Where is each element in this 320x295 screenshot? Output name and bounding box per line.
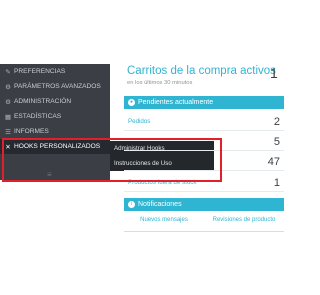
sidebar-item-label: INFORMES bbox=[14, 128, 49, 135]
section-header-label: Notificaciones bbox=[138, 201, 182, 208]
sidebar-item-estadisticas[interactable]: ▦ ESTADÍSTICAS bbox=[0, 109, 110, 124]
stat-value: 47 bbox=[267, 155, 280, 168]
section-header-label: Pendientes actualmente bbox=[138, 99, 214, 106]
sidebar-item-parametros-avanzados[interactable]: ⚙ PARÁMETROS AVANZADOS bbox=[0, 79, 110, 94]
sidebar-item-label: ADMINISTRACIÓN bbox=[14, 98, 72, 105]
sidebar-item-administracion[interactable]: ⚙ ADMINISTRACIÓN bbox=[0, 94, 110, 109]
tab-revisiones-de-producto[interactable]: Revisiones de producto bbox=[204, 216, 284, 232]
wrench-icon: ✎ bbox=[5, 68, 11, 76]
sidebar-item-informes[interactable]: ☰ INFORMES bbox=[0, 124, 110, 139]
notification-tabs: Nuevos mensajes Revisiones de producto bbox=[124, 216, 284, 232]
stat-value: 1 bbox=[273, 176, 280, 189]
panel-subtitle: en los últimos 30 minutos bbox=[127, 80, 193, 86]
pending-section-header: ● Pendientes actualmente bbox=[124, 96, 284, 109]
sidebar-item-label: ESTADÍSTICAS bbox=[14, 113, 62, 120]
stat-value: 5 bbox=[273, 135, 280, 148]
gear-icon: ⚙ bbox=[5, 98, 11, 106]
info-icon: i bbox=[128, 201, 135, 208]
clock-icon: ● bbox=[128, 99, 135, 106]
active-carts-count: 1 bbox=[270, 65, 278, 81]
admin-page: ✎ PREFERENCIAS ⚙ PARÁMETROS AVANZADOS ⚙ … bbox=[0, 0, 295, 295]
list-icon: ☰ bbox=[5, 128, 11, 136]
chart-icon: ▦ bbox=[4, 113, 12, 121]
stat-label[interactable]: Pedidos bbox=[128, 118, 150, 125]
cogs-icon: ⚙ bbox=[5, 83, 11, 91]
sidebar-item-label: PARÁMETROS AVANZADOS bbox=[14, 83, 101, 90]
stat-row-pedidos[interactable]: Pedidos 2 bbox=[124, 113, 284, 131]
sidebar-item-preferencias[interactable]: ✎ PREFERENCIAS bbox=[0, 64, 110, 79]
notifications-section-header: i Notificaciones bbox=[124, 198, 284, 211]
panel-title[interactable]: Carritos de la compra activos bbox=[127, 65, 276, 77]
tab-nuevos-mensajes[interactable]: Nuevos mensajes bbox=[124, 216, 204, 232]
highlight-box bbox=[2, 138, 222, 182]
sidebar-item-label: PREFERENCIAS bbox=[14, 68, 66, 75]
stat-value: 2 bbox=[273, 115, 280, 128]
